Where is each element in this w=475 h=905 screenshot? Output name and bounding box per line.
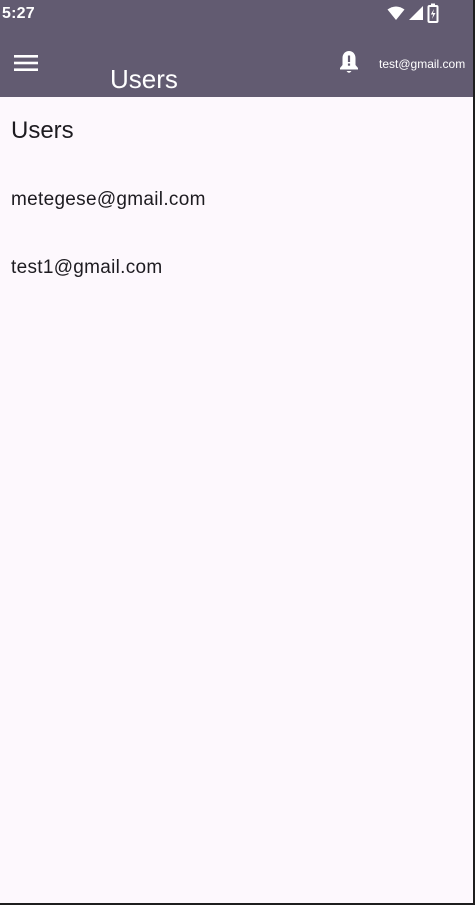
notifications-button[interactable]	[337, 49, 361, 77]
wifi-icon	[387, 5, 405, 26]
signal-icon	[408, 5, 424, 26]
top-bar: 5:27 Users test@gmail.com	[0, 0, 473, 97]
user-email: test1@gmail.com	[11, 257, 163, 278]
app-screen: 5:27 Users test@gmail.com Users metegese…	[0, 0, 475, 905]
account-email[interactable]: test@gmail.com	[379, 57, 465, 71]
app-bar-title: Users	[110, 64, 178, 95]
user-list-item[interactable]: metegese@gmail.com	[0, 167, 473, 235]
battery-charging-icon	[427, 3, 439, 28]
user-list: metegese@gmail.com test1@gmail.com	[0, 167, 473, 303]
status-time: 5:27	[2, 5, 35, 22]
status-bar: 5:27	[0, 0, 473, 30]
menu-button[interactable]	[13, 50, 39, 76]
bell-alert-icon	[337, 51, 361, 81]
main-content: Users metegese@gmail.com test1@gmail.com	[0, 97, 473, 903]
user-email: metegese@gmail.com	[11, 189, 206, 210]
page-heading: Users	[11, 117, 74, 144]
app-bar: Users test@gmail.com	[0, 30, 473, 97]
menu-icon	[13, 55, 39, 80]
status-icons	[387, 3, 439, 28]
user-list-item[interactable]: test1@gmail.com	[0, 235, 473, 303]
